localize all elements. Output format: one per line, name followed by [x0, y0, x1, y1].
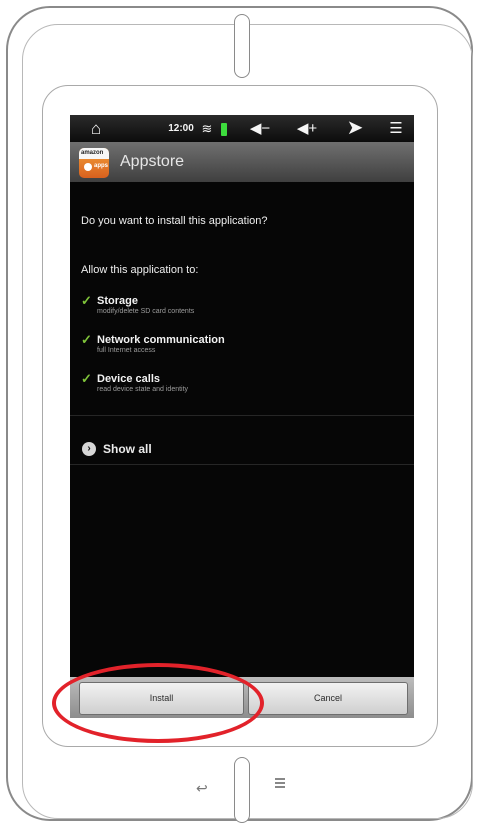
- wifi-icon: ≋: [201, 121, 213, 136]
- app-title: Appstore: [120, 153, 185, 170]
- icon-badge: [84, 163, 92, 171]
- volume-up-icon[interactable]: ◀+: [292, 115, 322, 142]
- status-bar: ⌂ 12:00 ≋ ◀− ◀+ ➤ ☰: [70, 115, 414, 142]
- permission-description: full Internet access: [97, 347, 156, 354]
- divider: [70, 464, 414, 465]
- bottom-slot: [234, 757, 250, 823]
- check-icon: ✓: [81, 332, 92, 347]
- check-icon: ✓: [81, 371, 92, 386]
- check-icon: ✓: [81, 293, 92, 308]
- install-question: Do you want to install this application?: [81, 215, 268, 227]
- home-icon[interactable]: ⌂: [87, 115, 105, 142]
- clock: 12:00: [168, 123, 194, 134]
- permissions-heading: Allow this application to:: [81, 264, 199, 276]
- hardware-menu-icon[interactable]: [275, 778, 285, 790]
- permission-description: modify/delete SD card contents: [97, 308, 195, 315]
- permission-title: Network communication: [97, 334, 225, 346]
- app-title-bar: amazon apps Appstore: [70, 142, 414, 182]
- menu-icon[interactable]: ☰: [386, 115, 406, 142]
- cancel-button[interactable]: Cancel: [248, 682, 408, 715]
- show-all-label: Show all: [103, 442, 152, 456]
- permission-title: Storage: [97, 295, 138, 307]
- back-icon[interactable]: ➤: [342, 115, 368, 142]
- permission-title: Device calls: [97, 373, 160, 385]
- icon-badge-text: apps: [94, 163, 109, 169]
- appstore-icon: amazon apps: [79, 148, 109, 178]
- hardware-back-icon[interactable]: ↩: [196, 780, 208, 797]
- device-screen: ⌂ 12:00 ≋ ◀− ◀+ ➤ ☰ amazon apps Appstore…: [70, 115, 414, 718]
- icon-brand-text: amazon: [81, 150, 104, 156]
- permission-description: read device state and identity: [97, 386, 189, 393]
- volume-down-icon[interactable]: ◀−: [246, 115, 274, 142]
- show-all-row[interactable]: › Show all: [70, 430, 414, 468]
- battery-icon: [221, 123, 227, 136]
- divider: [70, 415, 414, 416]
- expand-arrow-icon: ›: [82, 442, 96, 456]
- icon-brand-strip: amazon: [79, 148, 109, 159]
- install-highlight-circle: [52, 663, 264, 743]
- top-slot: [234, 14, 250, 78]
